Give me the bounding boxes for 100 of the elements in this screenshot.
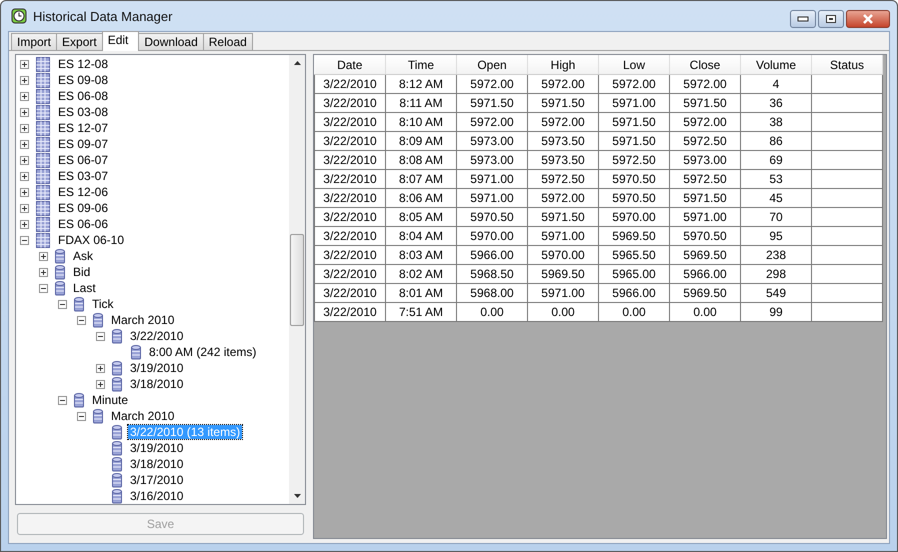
database-table-icon <box>36 152 50 168</box>
table-cell: 3/22/2010 <box>323 134 377 148</box>
close-button[interactable] <box>846 10 890 28</box>
scroll-down-icon[interactable] <box>294 494 300 498</box>
collapse-icon[interactable] <box>20 236 29 244</box>
tree-item[interactable]: Minute <box>90 393 130 407</box>
table-cell: 3/22/2010 <box>323 191 377 205</box>
tab[interactable]: Import <box>11 33 58 50</box>
collapse-icon[interactable] <box>77 412 86 420</box>
tree-item[interactable]: ES 12-08 <box>56 57 110 71</box>
tree-item[interactable]: 3/22/2010 <box>128 329 186 343</box>
tree-item[interactable]: 3/19/2010 <box>128 441 186 455</box>
database-table-icon <box>36 136 50 152</box>
tree-item[interactable]: 8:00 AM (242 items) <box>147 345 258 359</box>
tree-item[interactable]: Ask <box>71 249 96 263</box>
table-cell: 0.00 <box>551 305 575 319</box>
column-header[interactable]: High <box>528 55 598 74</box>
expand-icon[interactable] <box>20 92 29 100</box>
expand-icon[interactable] <box>20 156 29 164</box>
maximize-button[interactable] <box>818 10 844 28</box>
expand-icon[interactable] <box>20 60 29 68</box>
expand-icon[interactable] <box>39 252 48 260</box>
scroll-thumb[interactable] <box>290 234 304 326</box>
expand-icon[interactable] <box>20 140 29 148</box>
expand-icon[interactable] <box>20 204 29 212</box>
table-cell: 38 <box>769 115 783 129</box>
table-cell: 5973.00 <box>470 134 514 148</box>
tree-item[interactable]: ES 12-07 <box>56 121 110 135</box>
table-cell: 5969.50 <box>612 229 656 243</box>
database-icon <box>112 472 122 488</box>
table-cell: 5971.50 <box>683 96 727 110</box>
table-cell: 5971.50 <box>683 191 727 205</box>
tree-item[interactable]: ES 09-06 <box>56 201 110 215</box>
tree-item[interactable]: ES 06-07 <box>56 153 110 167</box>
expand-icon[interactable] <box>20 124 29 132</box>
expand-icon[interactable] <box>20 172 29 180</box>
scrollbar[interactable] <box>289 55 305 504</box>
tree-item[interactable]: 3/18/2010 <box>128 457 186 471</box>
tree-item[interactable]: ES 03-07 <box>56 169 110 183</box>
tree-item[interactable]: ES 03-08 <box>56 105 110 119</box>
table-cell: 3/22/2010 <box>323 153 377 167</box>
table-cell: 5970.50 <box>612 172 656 186</box>
column-header[interactable]: Time <box>386 55 456 74</box>
database-icon <box>74 392 84 408</box>
column-header[interactable]: Close <box>670 55 740 74</box>
collapse-icon[interactable] <box>58 396 67 404</box>
tree-item[interactable]: ES 06-08 <box>56 89 110 103</box>
column-header[interactable]: Date <box>314 55 386 74</box>
maximize-icon <box>825 14 837 24</box>
tree-item[interactable]: 3/18/2010 <box>128 377 186 391</box>
column-header[interactable]: Status <box>812 55 882 74</box>
expand-icon[interactable] <box>96 380 105 388</box>
table-cell: 3/22/2010 <box>323 96 377 110</box>
table-cell: 45 <box>769 191 783 205</box>
expand-icon[interactable] <box>20 76 29 84</box>
tree-item[interactable]: ES 09-08 <box>56 73 110 87</box>
expand-icon[interactable] <box>20 188 29 196</box>
column-header[interactable]: Low <box>598 55 670 74</box>
table-cell: 5969.50 <box>683 286 727 300</box>
expand-icon[interactable] <box>20 108 29 116</box>
collapse-icon[interactable] <box>96 332 105 340</box>
tree-item[interactable]: Last <box>71 281 98 295</box>
tree-item[interactable]: 3/17/2010 <box>128 473 186 487</box>
table-cell: 5968.00 <box>470 286 514 300</box>
table-cell: 5971.50 <box>541 96 585 110</box>
table-cell: 8:11 AM <box>399 96 443 110</box>
tree-item[interactable]: March 2010 <box>109 409 176 423</box>
table-cell: 8:01 AM <box>398 286 444 300</box>
scroll-up-icon[interactable] <box>294 61 300 65</box>
tree-item[interactable]: Bid <box>71 265 92 279</box>
tree-item[interactable]: 3/19/2010 <box>128 361 186 375</box>
tab[interactable]: Export <box>56 33 103 50</box>
tab[interactable]: Download <box>138 33 204 50</box>
column-header[interactable]: Open <box>456 55 528 74</box>
expand-icon[interactable] <box>39 268 48 276</box>
expand-icon[interactable] <box>96 364 105 372</box>
table-cell: 5972.50 <box>683 172 727 186</box>
table-cell: 5972.00 <box>541 115 585 129</box>
database-icon <box>112 360 122 376</box>
table-cell: 3/22/2010 <box>323 115 377 129</box>
collapse-icon[interactable] <box>77 316 86 324</box>
collapse-icon[interactable] <box>58 300 67 308</box>
tree-item[interactable]: March 2010 <box>109 313 176 327</box>
table-cell: 5971.00 <box>470 172 514 186</box>
tree-item[interactable]: 3/16/2010 <box>128 489 186 503</box>
column-header[interactable]: Volume <box>740 55 812 74</box>
tree-item[interactable]: ES 09-07 <box>56 137 110 151</box>
expand-icon[interactable] <box>20 220 29 228</box>
tab[interactable]: Edit <box>102 31 140 51</box>
minimize-button[interactable] <box>790 10 816 28</box>
tree-item[interactable]: ES 12-06 <box>56 185 110 199</box>
table-cell: 8:04 AM <box>398 229 444 243</box>
table-cell: 3/22/2010 <box>323 286 377 300</box>
tab[interactable]: Reload <box>202 33 253 50</box>
table-cell: 5969.50 <box>683 248 727 262</box>
tree-item[interactable]: FDAX 06-10 <box>56 233 126 247</box>
database-icon <box>55 264 65 280</box>
tree-item[interactable]: ES 06-06 <box>56 217 110 231</box>
tree-item[interactable]: Tick <box>90 297 116 311</box>
collapse-icon[interactable] <box>39 284 48 292</box>
